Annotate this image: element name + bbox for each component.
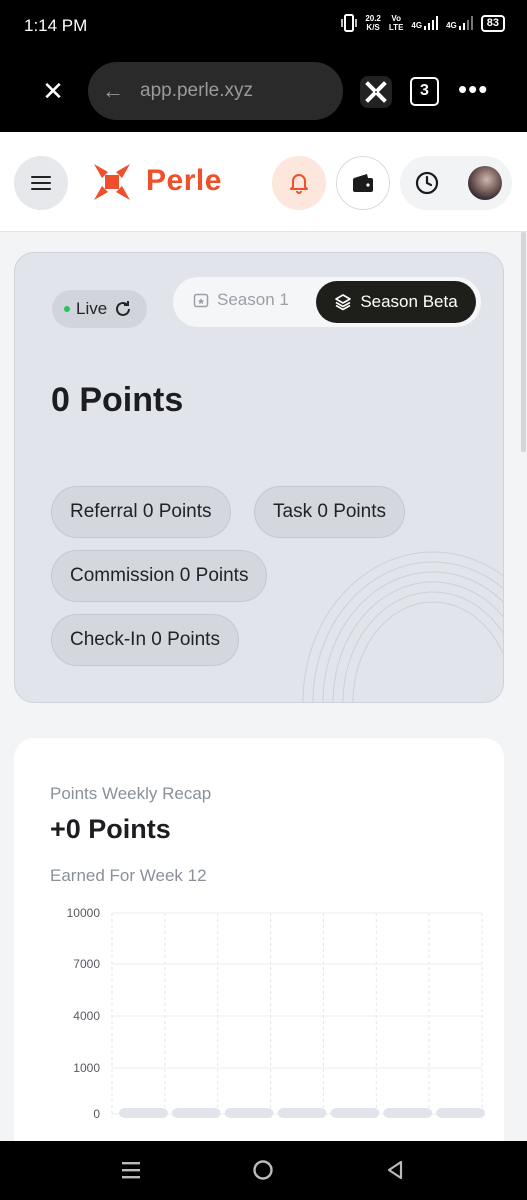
- calendar-icon: [193, 293, 209, 308]
- chart-y-tick-label: 7000: [73, 957, 100, 971]
- chart-y-tick-label: 10000: [67, 906, 101, 920]
- clock-icon[interactable]: [414, 170, 440, 196]
- live-badge[interactable]: Live: [52, 290, 148, 328]
- net-speed: 20.2 K/S: [365, 14, 381, 32]
- tabs-count-button[interactable]: 3: [410, 77, 439, 106]
- recent-apps-icon[interactable]: [120, 1159, 142, 1181]
- menu-button[interactable]: [14, 156, 68, 210]
- browser-toolbar: ✕ ← app.perle.xyz 3 •••: [0, 54, 527, 132]
- status-icons: 20.2 K/S Vo LTE 4G 4G 83: [341, 14, 505, 32]
- app-header: Perle: [0, 132, 527, 232]
- recap-title: Points Weekly Recap: [50, 784, 212, 803]
- url-bar[interactable]: ← app.perle.xyz: [88, 62, 343, 120]
- signal-1-label: 4G: [411, 21, 423, 30]
- chart-bar: [119, 1108, 168, 1118]
- layers-icon: [335, 294, 352, 311]
- home-icon[interactable]: [252, 1159, 274, 1181]
- more-icon[interactable]: •••: [458, 76, 492, 108]
- profile-pill[interactable]: [400, 156, 512, 210]
- signal-2-label: 4G: [446, 21, 457, 30]
- live-label: Live: [76, 299, 108, 318]
- net-speed-unit: K/S: [366, 23, 380, 32]
- season-1-label: Season 1: [217, 290, 289, 309]
- extension-glyph: [365, 81, 387, 103]
- status-bar: 1:14 PM 20.2 K/S Vo LTE 4G 4G 83: [0, 0, 527, 54]
- signal-1: 4G: [411, 16, 439, 30]
- signal-icon: [424, 16, 439, 30]
- volte: Vo LTE: [389, 14, 404, 32]
- commission-points-chip[interactable]: Commission 0 Points: [51, 550, 268, 602]
- checkin-points-chip[interactable]: Check-In 0 Points: [51, 614, 239, 666]
- wallet-button[interactable]: [336, 156, 390, 210]
- chart-bar: [277, 1108, 327, 1118]
- referral-points-chip[interactable]: Referral 0 Points: [51, 486, 231, 538]
- status-time: 1:14 PM: [24, 16, 88, 35]
- url-text[interactable]: app.perle.xyz: [140, 80, 253, 102]
- page-scrollbar[interactable]: [521, 232, 526, 452]
- vibrate-icon: [341, 14, 358, 32]
- wallet-icon: [353, 174, 373, 192]
- signal-icon: [458, 16, 473, 30]
- weekly-points-chart: 100007000400010000: [67, 906, 485, 1121]
- live-dot: [64, 306, 70, 312]
- notifications-button[interactable]: [272, 156, 326, 210]
- brand-name: Perle: [146, 164, 222, 197]
- season-switch: Season 1 Season Beta: [173, 277, 481, 327]
- tab-season-1[interactable]: Season 1: [193, 290, 289, 310]
- back-icon[interactable]: [384, 1159, 406, 1181]
- weekly-recap-card: Points Weekly Recap +0 Points Earned For…: [14, 738, 504, 1158]
- battery-indicator: 83: [480, 14, 505, 32]
- signal-2: 4G: [446, 16, 473, 30]
- chart-y-tick-label: 4000: [73, 1009, 100, 1023]
- close-icon[interactable]: ✕: [38, 76, 68, 106]
- volte-vo: Vo: [391, 14, 401, 23]
- bell-icon: [290, 174, 308, 194]
- menu-icon: [31, 176, 51, 190]
- points-total: 0 Points: [51, 381, 184, 419]
- back-arrow-icon[interactable]: ←: [102, 78, 128, 104]
- perle-logo-icon: [94, 164, 130, 200]
- points-card: Live Season 1 Season Beta 0 Points Refer…: [14, 252, 504, 703]
- chart-bar: [436, 1108, 485, 1118]
- avatar[interactable]: [468, 166, 502, 200]
- chart-bar: [330, 1108, 380, 1118]
- chart-y-tick-label: 0: [93, 1107, 100, 1121]
- task-points-chip[interactable]: Task 0 Points: [254, 486, 405, 538]
- system-nav-bar: [0, 1141, 527, 1200]
- chart-bar: [383, 1108, 433, 1118]
- refresh-icon[interactable]: [113, 299, 133, 319]
- season-beta-label: Season Beta: [360, 292, 458, 311]
- extension-icon[interactable]: [360, 76, 392, 108]
- chart-bar: [224, 1108, 274, 1118]
- recap-points: +0 Points: [50, 814, 171, 844]
- volte-lte: LTE: [388, 23, 404, 32]
- chart-y-tick-label: 1000: [73, 1061, 100, 1075]
- tab-season-beta[interactable]: Season Beta: [316, 281, 476, 323]
- chart-bar: [171, 1108, 221, 1118]
- net-speed-value: 20.2: [365, 14, 381, 23]
- recap-week: Earned For Week 12: [50, 866, 207, 885]
